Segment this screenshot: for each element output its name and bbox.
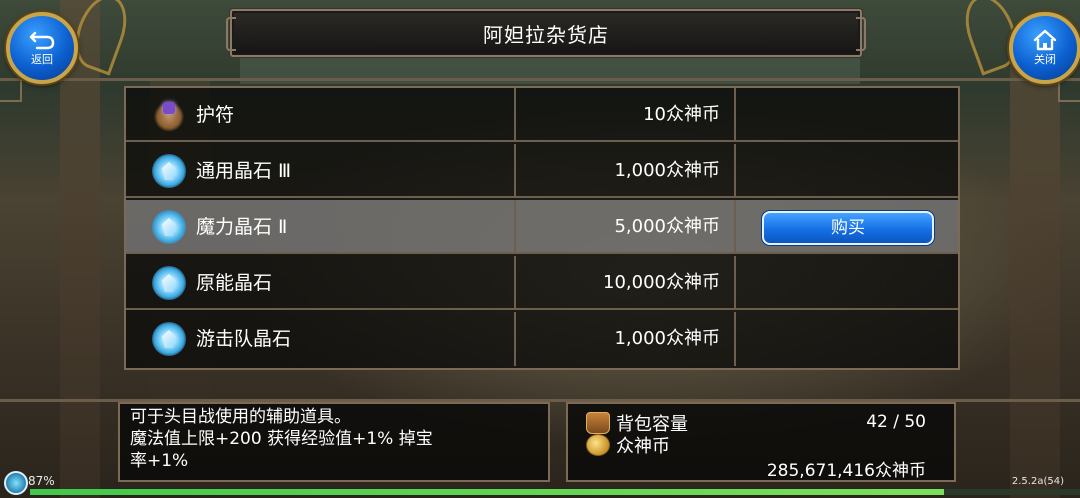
item-price: 1,000众神币 [614, 328, 720, 349]
shop-item-list: 护符 10众神币 通用晶石 Ⅲ 1,000众神币 魔力晶石 Ⅱ 5,000众神币… [124, 86, 960, 370]
frame-corner [1058, 80, 1080, 102]
buy-button[interactable]: 购买 [762, 211, 934, 245]
column-divider [734, 312, 736, 366]
version-label: 2.5.2a(54) [1011, 476, 1064, 487]
frame-corner [0, 80, 22, 102]
item-price: 5,000众神币 [614, 216, 720, 237]
crystal-icon [152, 210, 186, 244]
shop-item-row-selected[interactable]: 魔力晶石 Ⅱ 5,000众神币 购买 [126, 200, 958, 254]
item-price: 10,000众神币 [603, 272, 720, 293]
shop-item-row[interactable]: 护符 10众神币 [126, 88, 958, 142]
bag-icon [586, 412, 610, 434]
column-divider [514, 256, 516, 308]
inventory-panel: 背包容量 42 / 50 众神币 285,671,416众神币 [566, 402, 956, 482]
amulet-icon [152, 98, 186, 132]
experience-bar-fill [30, 489, 944, 495]
experience-bar [30, 489, 1080, 495]
item-name: 原能晶石 [196, 272, 273, 294]
crystal-icon [152, 154, 186, 188]
close-label: 关闭 [1034, 53, 1056, 66]
back-label: 返回 [31, 53, 53, 66]
column-divider [514, 88, 516, 140]
column-divider [514, 144, 516, 196]
page-title: 阿妲拉杂货店 [226, 9, 866, 57]
description-line: 率+1% [130, 451, 189, 471]
item-name: 游击队晶石 [196, 328, 292, 350]
battery-icon [4, 471, 28, 495]
crystal-icon [152, 322, 186, 356]
column-divider [734, 200, 736, 252]
item-price: 10众神币 [643, 104, 720, 125]
item-description-panel: 可于头目战使用的辅助道具。 魔法值上限+200 获得经验值+1% 掉宝 率+1% [118, 402, 550, 482]
column-divider [514, 200, 516, 252]
crystal-icon [152, 266, 186, 300]
battery-percentage: 87% [28, 474, 55, 488]
column-divider [734, 144, 736, 196]
column-divider [734, 256, 736, 308]
close-button[interactable]: 关闭 [1009, 12, 1080, 84]
shop-title: 阿妲拉杂货店 [483, 22, 609, 47]
currency-value: 285,671,416众神币 [766, 461, 926, 481]
shop-item-row[interactable]: 原能晶石 10,000众神币 [126, 256, 958, 310]
item-name: 通用晶石 Ⅲ [196, 160, 292, 182]
description-line: 魔法值上限+200 获得经验值+1% 掉宝 [130, 429, 433, 449]
back-arrow-icon [29, 31, 55, 50]
bag-capacity-value: 42 / 50 [866, 412, 926, 432]
back-button[interactable]: 返回 [6, 12, 78, 84]
shop-item-row[interactable]: 通用晶石 Ⅲ 1,000众神币 [126, 144, 958, 198]
coin-icon [586, 434, 610, 456]
home-icon [1033, 29, 1057, 51]
item-name: 魔力晶石 Ⅱ [196, 216, 288, 238]
shop-item-row[interactable]: 游击队晶石 1,000众神币 [126, 312, 958, 366]
item-price: 1,000众神币 [614, 160, 720, 181]
column-divider [514, 312, 516, 366]
description-line: 可于头目战使用的辅助道具。 [130, 407, 351, 427]
column-divider [734, 88, 736, 140]
currency-label: 众神币 [616, 436, 670, 457]
item-name: 护符 [196, 104, 235, 126]
